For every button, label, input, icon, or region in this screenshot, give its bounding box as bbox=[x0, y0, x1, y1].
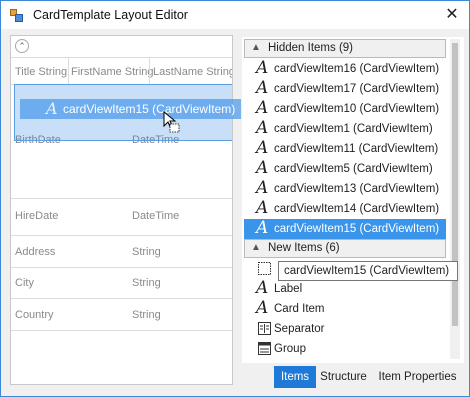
tab-items[interactable]: Items bbox=[274, 366, 316, 388]
hidden-item-label: cardViewItem10 (CardViewItem) bbox=[274, 103, 440, 115]
header-cell-lastname[interactable]: LastName String bbox=[153, 66, 232, 78]
new-item-label: Card Item bbox=[274, 303, 325, 315]
drag-cursor-icon bbox=[163, 111, 180, 133]
row-label-city[interactable]: City bbox=[15, 277, 34, 289]
hidden-item-label: cardViewItem1 (CardViewItem) bbox=[274, 123, 433, 135]
tab-item-properties[interactable]: Item Properties bbox=[372, 366, 463, 388]
divider bbox=[11, 198, 232, 199]
tab-structure[interactable]: Structure bbox=[317, 366, 370, 388]
text-item-icon: A bbox=[46, 99, 58, 118]
chevron-up-icon[interactable]: ▲ bbox=[251, 242, 261, 253]
text-item-icon: A bbox=[256, 158, 269, 178]
text-item-icon: A bbox=[256, 98, 269, 118]
text-item-icon: A bbox=[256, 218, 269, 238]
items-scrollbar[interactable] bbox=[450, 39, 460, 359]
hidden-item[interactable]: A cardViewItem11 (CardViewItem) bbox=[244, 138, 446, 159]
chevron-up-icon[interactable]: ▲ bbox=[251, 42, 261, 53]
row-type-address: String bbox=[132, 246, 161, 258]
hidden-item-label: cardViewItem5 (CardViewItem) bbox=[274, 163, 433, 175]
hidden-item-label: cardViewItem16 (CardViewItem) bbox=[274, 63, 440, 75]
divider bbox=[11, 57, 232, 58]
row-label-country[interactable]: Country bbox=[15, 309, 54, 321]
text-item-icon: A bbox=[256, 78, 269, 98]
drag-preview: A cardViewItem15 (CardViewItem) bbox=[20, 99, 241, 119]
row-type-country: String bbox=[132, 309, 161, 321]
hidden-item-selected[interactable]: A cardViewItem15 (CardViewItem) bbox=[244, 218, 446, 239]
card-template-designer[interactable]: ⌃ Title String FirstName String LastName… bbox=[10, 35, 233, 385]
group-icon bbox=[258, 342, 271, 355]
app-icon bbox=[10, 9, 23, 22]
new-items-group-header[interactable]: ▲ New Items (6) bbox=[244, 239, 446, 258]
row-label-hiredate[interactable]: HireDate bbox=[15, 210, 58, 222]
text-item-icon: A bbox=[256, 118, 269, 138]
hidden-item[interactable]: A cardViewItem17 (CardViewItem) bbox=[244, 78, 446, 99]
divider bbox=[11, 330, 232, 331]
text-item-icon: A bbox=[256, 138, 269, 158]
new-items-group-label: New Items (6) bbox=[268, 242, 340, 254]
divider bbox=[149, 57, 150, 84]
empty-space-icon bbox=[258, 262, 271, 275]
title-bar: CardTemplate Layout Editor ✕ bbox=[1, 1, 469, 29]
text-item-icon: A bbox=[256, 178, 269, 198]
close-button[interactable]: ✕ bbox=[441, 5, 463, 25]
row-label-address[interactable]: Address bbox=[15, 246, 55, 258]
row-type-hiredate: DateTime bbox=[132, 210, 180, 222]
separator-icon bbox=[258, 322, 271, 335]
label-icon: A bbox=[256, 278, 269, 298]
item-tooltip: cardViewItem15 (CardViewItem) bbox=[278, 261, 458, 281]
new-item-group[interactable]: Group bbox=[244, 339, 446, 359]
new-item-label: Label bbox=[274, 283, 303, 295]
header-cell-title[interactable]: Title String bbox=[15, 66, 67, 78]
hidden-item[interactable]: A cardViewItem14 (CardViewItem) bbox=[244, 198, 446, 219]
text-item-icon: A bbox=[256, 198, 269, 218]
hidden-item-label: cardViewItem14 (CardViewItem) bbox=[274, 203, 440, 215]
items-panel: ▲ Hidden Items (9) A cardViewItem16 (Car… bbox=[242, 37, 464, 363]
text-item-icon: A bbox=[256, 58, 269, 78]
new-item-card-item[interactable]: A Card Item bbox=[244, 298, 446, 319]
divider bbox=[68, 57, 69, 84]
divider bbox=[11, 298, 232, 299]
hidden-item-label: cardViewItem13 (CardViewItem) bbox=[274, 183, 440, 195]
hidden-item[interactable]: A cardViewItem5 (CardViewItem) bbox=[244, 158, 446, 179]
hidden-items-group-header[interactable]: ▲ Hidden Items (9) bbox=[244, 39, 446, 58]
new-item-label-item[interactable]: A Label bbox=[244, 278, 446, 299]
hidden-item[interactable]: A cardViewItem1 (CardViewItem) bbox=[244, 118, 446, 139]
hidden-item-label: cardViewItem15 (CardViewItem) bbox=[274, 223, 440, 235]
collapse-card-icon[interactable]: ⌃ bbox=[15, 39, 29, 53]
divider bbox=[11, 235, 232, 236]
hidden-item[interactable]: A cardViewItem16 (CardViewItem) bbox=[244, 58, 446, 79]
header-cell-firstname[interactable]: FirstName String bbox=[71, 66, 154, 78]
scrollbar-thumb[interactable] bbox=[452, 43, 458, 326]
hidden-item[interactable]: A cardViewItem10 (CardViewItem) bbox=[244, 98, 446, 119]
new-item-separator[interactable]: Separator bbox=[244, 319, 446, 339]
layout-editor-window: CardTemplate Layout Editor ✕ ⌃ Title Str… bbox=[0, 0, 470, 397]
hidden-item-label: cardViewItem11 (CardViewItem) bbox=[274, 143, 439, 155]
new-item-label: Separator bbox=[274, 323, 325, 335]
row-type-city: String bbox=[132, 277, 161, 289]
drag-preview-label: cardViewItem15 (CardViewItem) bbox=[63, 102, 236, 116]
hidden-item[interactable]: A cardViewItem13 (CardViewItem) bbox=[244, 178, 446, 199]
card-item-icon: A bbox=[256, 298, 269, 318]
new-item-label: Group bbox=[274, 343, 306, 355]
hidden-items-group-label: Hidden Items (9) bbox=[268, 42, 354, 54]
divider bbox=[11, 267, 232, 268]
hidden-item-label: cardViewItem17 (CardViewItem) bbox=[274, 83, 440, 95]
window-title: CardTemplate Layout Editor bbox=[33, 8, 188, 22]
